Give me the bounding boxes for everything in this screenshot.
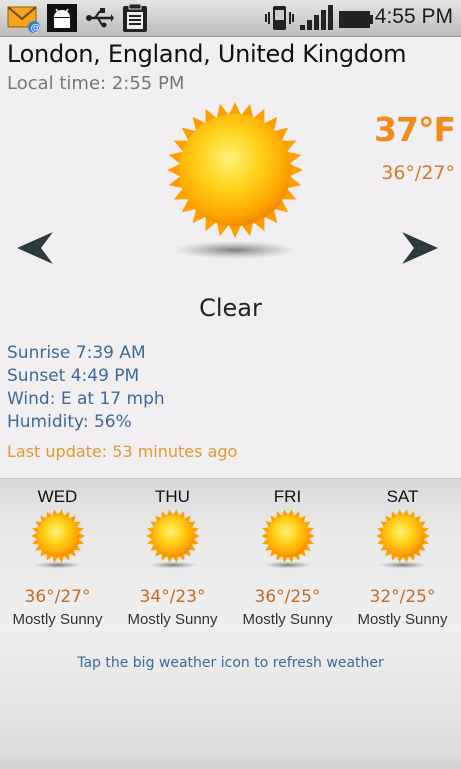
sunrise-text: Sunrise 7:39 AM	[7, 343, 146, 363]
usb-icon	[84, 3, 114, 37]
sun-icon[interactable]	[160, 100, 310, 270]
svg-text:@: @	[31, 23, 41, 33]
sun-icon	[146, 509, 200, 569]
current-condition: Clear	[199, 294, 262, 322]
forecast-condition: Mostly Sunny	[12, 611, 103, 628]
weather-details: Sunrise 7:39 AM Sunset 4:49 PM Wind: E a…	[7, 342, 165, 434]
forecast-day-name: WED	[37, 487, 78, 506]
forecast-hi-lo: 32°/25°	[369, 587, 436, 607]
forecast-day: SAT 32°/25° Mostly Sunny	[345, 479, 460, 639]
forecast-hi-lo: 36°/27°	[24, 587, 91, 607]
status-bar: @ 4:55 PM	[0, 0, 461, 37]
clipboard-icon	[120, 3, 150, 37]
mail-notification-icon: @	[6, 3, 42, 37]
current-hi-lo: 36°/27°	[381, 162, 455, 184]
refresh-hint: Tap the big weather icon to refresh weat…	[77, 655, 384, 671]
local-time: Local time: 2:55 PM	[7, 73, 185, 94]
signal-strength-icon	[298, 3, 334, 37]
forecast-hi-lo: 34°/23°	[139, 587, 206, 607]
next-location-arrow[interactable]	[402, 230, 438, 270]
wind-text: Wind: E at 17 mph	[7, 389, 165, 409]
forecast-condition: Mostly Sunny	[357, 611, 448, 628]
forecast-day: FRI 36°/25° Mostly Sunny	[230, 479, 345, 639]
forecast-panel: WED 36°/27° Mostly Sunny THU 34°/23° Mos…	[0, 478, 461, 769]
forecast-day-name: FRI	[273, 487, 302, 506]
forecast-day: THU 34°/23° Mostly Sunny	[115, 479, 230, 639]
forecast-hi-lo: 36°/25°	[254, 587, 321, 607]
forecast-day-name: THU	[155, 487, 190, 506]
sun-icon	[31, 509, 85, 569]
forecast-day: WED 36°/27° Mostly Sunny	[0, 479, 115, 639]
refresh-weather-icon[interactable]	[160, 100, 310, 270]
previous-location-arrow[interactable]	[17, 230, 53, 270]
sun-icon	[376, 509, 430, 569]
forecast-condition: Mostly Sunny	[127, 611, 218, 628]
android-debug-icon	[46, 3, 78, 37]
humidity-text: Humidity: 56%	[7, 412, 132, 432]
current-temperature: 37°F	[374, 110, 456, 149]
bottom-bar	[0, 748, 461, 768]
sun-icon	[261, 509, 315, 569]
status-time: 4:55 PM	[374, 5, 453, 28]
vibrate-phone-icon	[262, 3, 298, 37]
sunset-text: Sunset 4:49 PM	[7, 366, 140, 386]
location-title: London, England, United Kingdom	[7, 40, 407, 68]
battery-icon	[338, 3, 374, 37]
forecast-day-name: SAT	[386, 487, 419, 506]
forecast-condition: Mostly Sunny	[242, 611, 333, 628]
last-update: Last update: 53 minutes ago	[7, 442, 238, 461]
